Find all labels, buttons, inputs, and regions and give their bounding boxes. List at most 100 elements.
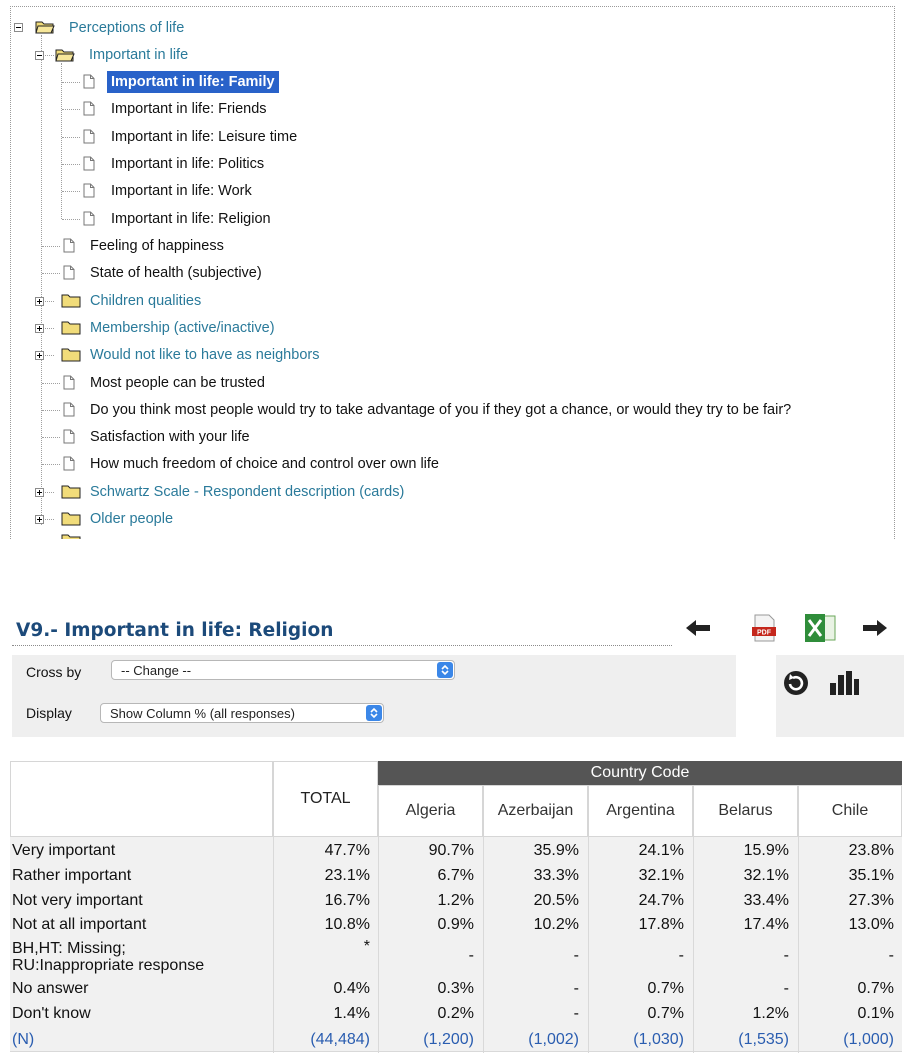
value-cell: (1,002) (528, 1031, 579, 1048)
select-chevrons-icon (437, 662, 453, 678)
tree-folder-important-in-life[interactable]: Important in life (89, 43, 188, 67)
chart-button[interactable] (828, 669, 862, 699)
expand-folder-toggle[interactable] (35, 515, 44, 524)
tree-leaf-label: State of health (subjective) (90, 265, 262, 282)
folder-open-icon (35, 21, 55, 34)
tree-folder-item[interactable]: Would not like to have as neighbors (90, 343, 319, 367)
cross-by-select[interactable]: -- Change -- (111, 660, 455, 680)
tree-leaf-label: Satisfaction with your life (90, 429, 250, 446)
value-cell: 90.7% (428, 842, 474, 859)
expand-folder-toggle[interactable] (35, 487, 44, 497)
tree-folder-item[interactable]: Older people (90, 507, 173, 531)
expand-folder-toggle[interactable] (35, 323, 44, 333)
value-cell: - (573, 946, 579, 964)
tree-folder-item[interactable]: Membership (active/inactive) (90, 316, 275, 340)
tree-leaf-item[interactable]: How much freedom of choice and control o… (90, 452, 439, 476)
value-cell: (1,000) (843, 1031, 894, 1048)
value-cell: - (783, 946, 789, 964)
folder-icon (61, 321, 81, 335)
tree-folder-label: Membership (active/inactive) (90, 319, 275, 336)
tree-leaf-item[interactable]: Feeling of happiness (90, 234, 224, 258)
document-icon (83, 101, 95, 116)
country-column-header: Belarus (693, 785, 798, 837)
tree-folder-perceptions-of-life[interactable]: Perceptions of life (69, 16, 184, 40)
value-cell: 0.2% (437, 1005, 474, 1022)
tree-leaf-label: Most people can be trusted (90, 374, 265, 391)
arrow-left-icon (686, 620, 710, 636)
total-cell: 16.7% (324, 892, 370, 909)
total-cell: 47.7% (324, 842, 370, 859)
value-cell: 0.7% (857, 980, 894, 997)
value-cell: (1,535) (738, 1031, 789, 1048)
value-cell: 0.7% (647, 1005, 684, 1022)
document-icon (83, 74, 95, 89)
value-cell: 17.4% (743, 916, 789, 933)
display-select[interactable]: Show Column % (all responses) (100, 703, 384, 723)
table-corner (10, 761, 273, 837)
document-icon (63, 265, 75, 280)
total-cell: 23.1% (324, 867, 370, 884)
document-icon (83, 156, 95, 171)
value-cell: 0.9% (437, 916, 474, 933)
value-cell: 24.7% (638, 892, 684, 909)
tree-leaf-item[interactable]: Important in life: Work (111, 179, 252, 203)
tree-leaf-item[interactable]: Most people can be trusted (90, 371, 265, 395)
variable-tree: Perceptions of life Important in life Im… (10, 6, 895, 539)
refresh-button[interactable] (782, 669, 812, 699)
controls-panel: Cross by -- Change -- Display Show Colum… (12, 655, 736, 737)
value-cell: - (573, 1005, 579, 1022)
document-icon (83, 129, 95, 144)
document-icon (63, 429, 75, 444)
export-excel-button[interactable] (801, 612, 839, 644)
tree-leaf-item[interactable]: Do you think most people would try to ta… (90, 398, 791, 422)
tree-leaf-item[interactable]: Important in life: Leisure time (111, 125, 297, 149)
value-cell: - (888, 946, 894, 964)
tree-leaf-item[interactable]: Important in life: Family (107, 70, 279, 94)
country-code-header: Country Code (378, 761, 902, 785)
country-column-header: Algeria (378, 785, 483, 837)
tree-leaf-item[interactable]: Satisfaction with your life (90, 425, 250, 449)
tree-leaf-item[interactable]: Important in life: Religion (111, 207, 271, 231)
collapse-important-in-life-toggle[interactable] (35, 51, 44, 60)
value-cell: 20.5% (533, 892, 579, 909)
tree-folder-label: Perceptions of life (69, 20, 185, 36)
tree-folder-label: Older people (90, 511, 174, 527)
value-cell: 33.4% (743, 892, 789, 909)
tree-leaf-label: Important in life: Religion (111, 210, 271, 227)
document-icon (63, 456, 75, 471)
row-label: (N) (12, 1031, 35, 1048)
folder-open-icon (55, 49, 75, 62)
folder-icon (61, 294, 81, 308)
value-cell: (1,030) (633, 1031, 684, 1048)
side-tools-panel (776, 655, 904, 737)
export-pdf-button[interactable]: PDF (748, 612, 780, 644)
country-column-header: Chile (798, 785, 902, 837)
expand-folder-toggle[interactable] (35, 296, 44, 306)
folder-icon (61, 348, 81, 362)
row-label: Very important (12, 842, 116, 859)
expand-folder-toggle[interactable] (35, 351, 44, 361)
tree-leaf-item[interactable]: Important in life: Friends (111, 97, 267, 121)
variable-title: V9.- Important in life: Religion (16, 620, 334, 641)
next-variable-button[interactable] (858, 612, 892, 644)
folder-icon (61, 534, 81, 539)
pdf-text: PDF (757, 630, 772, 637)
tree-leaf-item[interactable]: Important in life: Politics (111, 152, 264, 176)
tree-folder-label: Important in life (89, 47, 189, 63)
excel-icon (805, 614, 836, 642)
tree-folder-item[interactable]: Children qualities (90, 289, 201, 313)
document-icon (83, 183, 95, 198)
row-label: Don't know (12, 1005, 91, 1022)
value-cell: 35.9% (533, 842, 579, 859)
tree-leaf-item[interactable]: State of health (subjective) (90, 261, 262, 285)
previous-variable-button[interactable] (681, 612, 715, 644)
tree-leaf-label: Feeling of happiness (90, 238, 224, 254)
value-cell: 0.1% (857, 1005, 894, 1022)
collapse-root-toggle[interactable] (14, 23, 23, 32)
country-column-header: Azerbaijan (483, 785, 588, 837)
value-cell: - (573, 980, 579, 997)
tree-folder-label: Would not like to have as neighbors (90, 347, 320, 364)
tree-leaf-label: Important in life: Family (107, 71, 279, 93)
row-label: Rather important (12, 867, 132, 884)
tree-folder-item[interactable]: Schwartz Scale - Respondent description … (90, 480, 404, 504)
